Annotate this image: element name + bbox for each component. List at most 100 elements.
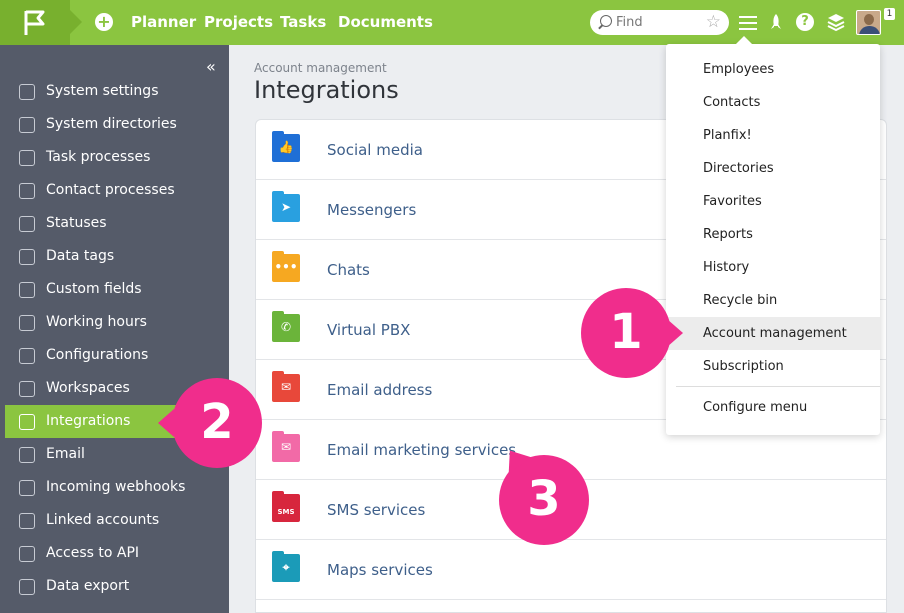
- menu-item-label: Account management: [703, 326, 847, 341]
- sidebar-item-label: System settings: [46, 83, 159, 99]
- diamond-icon: [19, 150, 35, 166]
- sidebar-item-label: Working hours: [46, 314, 147, 330]
- sidebar-item-system-directories[interactable]: System directories: [5, 108, 224, 141]
- nav-documents[interactable]: Documents: [338, 13, 433, 31]
- search-icon: [600, 15, 612, 27]
- api-icon: [19, 546, 35, 562]
- sidebar-item-label: Email: [46, 446, 85, 462]
- menu-item-reports[interactable]: Reports: [666, 218, 880, 251]
- sms-icon: SMS: [272, 491, 300, 522]
- nav-projects[interactable]: Projects: [204, 13, 273, 31]
- sidebar-item-label: Statuses: [46, 215, 107, 231]
- menu-item-contacts[interactable]: Contacts: [666, 86, 880, 119]
- sidebar-item-linked-accounts[interactable]: Linked accounts: [5, 504, 224, 537]
- search-box[interactable]: ☆: [590, 10, 729, 35]
- sidebar-item-statuses[interactable]: Statuses: [5, 207, 224, 240]
- folder-glyph: ⌖: [282, 560, 290, 574]
- menu-divider: [676, 386, 880, 387]
- menu-item-subscription[interactable]: Subscription: [666, 350, 880, 383]
- map-pin-icon: ⌖: [272, 551, 300, 582]
- sidebar-item-contact-processes[interactable]: Contact processes: [5, 174, 224, 207]
- menu-item-history[interactable]: History: [666, 251, 880, 284]
- search-input[interactable]: [616, 14, 696, 31]
- rocket-icon[interactable]: [766, 12, 786, 32]
- folder-glyph: ➤: [280, 200, 292, 214]
- sidebar-item-incoming-webhooks[interactable]: Incoming webhooks: [5, 471, 224, 504]
- sidebar-item-task-processes[interactable]: Task processes: [5, 141, 224, 174]
- telegram-icon: ➤: [272, 191, 300, 222]
- callout-1: 1: [581, 288, 683, 378]
- sidebar-item-label: Access to API: [46, 545, 140, 561]
- contact-card-icon: [19, 183, 35, 199]
- logo-arrow: [70, 10, 82, 34]
- sidebar-item-data-tags[interactable]: Data tags: [5, 240, 224, 273]
- nav-tasks[interactable]: Tasks: [280, 13, 326, 31]
- callout-number: 3: [527, 471, 561, 527]
- configurations-icon: [19, 348, 35, 364]
- sidebar-item-access-to-api[interactable]: Access to API: [5, 537, 224, 570]
- help-icon[interactable]: ?: [796, 13, 814, 31]
- integration-label[interactable]: SMS services: [327, 501, 425, 519]
- menu-item-recycle-bin[interactable]: Recycle bin: [666, 284, 880, 317]
- phone-icon: ✆: [272, 311, 300, 342]
- user-avatar[interactable]: [856, 10, 881, 35]
- dropdown-caret: [736, 36, 752, 44]
- menu-item-favorites[interactable]: Favorites: [666, 185, 880, 218]
- thumbs-up-icon: 👍: [272, 131, 300, 162]
- notification-badge[interactable]: 1: [884, 8, 895, 20]
- sidebar-item-custom-fields[interactable]: Custom fields: [5, 273, 224, 306]
- sidebar-item-label: System directories: [46, 116, 177, 132]
- export-icon: [19, 579, 35, 595]
- folder-glyph: 👍: [278, 140, 294, 154]
- envelope-icon: [19, 447, 35, 463]
- add-new-button[interactable]: +: [95, 13, 113, 31]
- sidebar-item-system-settings[interactable]: System settings: [5, 75, 224, 108]
- sidebar: « System settings System directories Task …: [0, 45, 229, 613]
- breadcrumb[interactable]: Account management: [254, 61, 387, 75]
- menu-item-planfix[interactable]: Planfix!: [666, 119, 880, 152]
- sidebar-item-label: Integrations: [46, 413, 131, 429]
- integration-label[interactable]: Social media: [327, 141, 423, 159]
- webhook-icon: [19, 480, 35, 496]
- sidebar-item-configurations[interactable]: Configurations: [5, 339, 224, 372]
- integration-row-maps-services[interactable]: ⌖ Maps services: [256, 540, 886, 600]
- menu-item-directories[interactable]: Directories: [666, 152, 880, 185]
- layers-icon[interactable]: [826, 12, 846, 32]
- integration-label[interactable]: Maps services: [327, 561, 433, 579]
- menu-item-account-management[interactable]: Account management: [666, 317, 880, 350]
- sidebar-item-data-export[interactable]: Data export: [5, 570, 224, 603]
- callout-3: 3: [498, 442, 589, 545]
- page-title: Integrations: [254, 76, 399, 104]
- sidebar-item-label: Configurations: [46, 347, 149, 363]
- sliders-icon: [19, 84, 35, 100]
- integration-label[interactable]: Messengers: [327, 201, 416, 219]
- menu-item-employees[interactable]: Employees: [666, 53, 880, 86]
- clock-icon: [19, 315, 35, 331]
- list-icon: [19, 117, 35, 133]
- folder-glyph: SMS: [277, 508, 295, 516]
- callout-2: 2: [158, 378, 262, 468]
- menu-item-label: Contacts: [703, 95, 761, 110]
- menu-item-label: Planfix!: [703, 128, 752, 143]
- menu-item-configure-menu[interactable]: Configure menu: [666, 391, 880, 424]
- callout-number: 2: [200, 394, 234, 450]
- fields-icon: [19, 282, 35, 298]
- nav-planner[interactable]: Planner: [131, 13, 196, 31]
- sidebar-item-label: Data tags: [46, 248, 115, 264]
- integration-label[interactable]: Virtual PBX: [327, 321, 410, 339]
- menu-item-label: Directories: [703, 161, 774, 176]
- menu-item-label: Favorites: [703, 194, 762, 209]
- link-icon: [19, 513, 35, 529]
- sidebar-item-label: Contact processes: [46, 182, 175, 198]
- menu-item-label: Employees: [703, 62, 775, 77]
- menu-item-label: History: [703, 260, 750, 275]
- collapse-sidebar-button[interactable]: «: [206, 59, 216, 75]
- hamburger-menu-icon[interactable]: [737, 11, 759, 33]
- logo[interactable]: [0, 0, 82, 45]
- star-icon[interactable]: ☆: [706, 12, 721, 32]
- integration-label[interactable]: Email address: [327, 381, 432, 399]
- integration-label[interactable]: Chats: [327, 261, 370, 279]
- flag-icon: [19, 414, 35, 430]
- sidebar-item-working-hours[interactable]: Working hours: [5, 306, 224, 339]
- integration-label[interactable]: Email marketing services: [327, 441, 516, 459]
